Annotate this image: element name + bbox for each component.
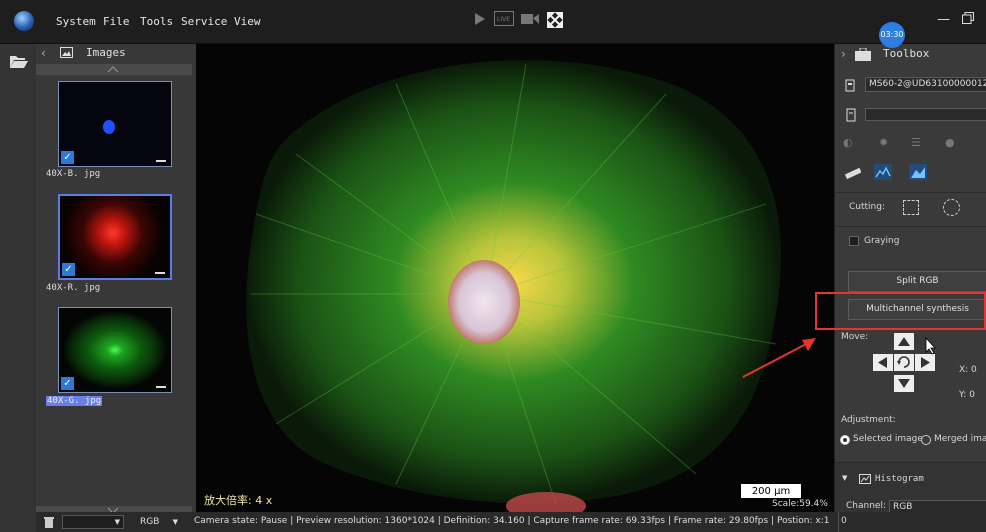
- channel-label: Channel:: [846, 501, 886, 511]
- thumbnail-image: [103, 120, 115, 134]
- checkbox-checked-icon[interactable]: ✓: [62, 263, 75, 276]
- rect-select-icon[interactable]: [903, 200, 919, 215]
- red-arrow-icon: [742, 338, 816, 378]
- move-right-button[interactable]: [915, 354, 935, 371]
- timer-badge: 03:30: [879, 22, 905, 48]
- camera-icon: [845, 79, 855, 92]
- graying-label: Graying: [864, 236, 900, 246]
- move-down-button[interactable]: [894, 375, 914, 392]
- mouse-cursor-icon: [925, 337, 936, 355]
- dropdown-arrow-icon: ▼: [114, 518, 120, 526]
- move-up-button[interactable]: [894, 333, 914, 350]
- title-bar: System File Tools Service View LIVE —: [0, 0, 986, 44]
- divider: [838, 512, 839, 532]
- histogram-icon: [859, 474, 871, 484]
- reset-position-button[interactable]: [894, 354, 914, 371]
- zoom-scale: Scale:59.4%: [772, 499, 828, 509]
- x-coordinate: X: 0: [959, 365, 977, 375]
- expand-icon[interactable]: ▼: [842, 474, 847, 482]
- menu-service[interactable]: Service: [181, 15, 227, 28]
- palette-icon[interactable]: ●: [945, 136, 955, 149]
- thumbnail-red[interactable]: ✓: [58, 194, 172, 280]
- status-bar: ▼ RGB ▼ Camera state: Pause | Preview res…: [36, 512, 986, 532]
- merged-image-radio[interactable]: [921, 435, 931, 445]
- y-coordinate: Y: 0: [959, 390, 975, 400]
- image-icon: [60, 47, 73, 58]
- collapse-left-icon[interactable]: ‹: [41, 46, 46, 60]
- menu-file[interactable]: File: [103, 15, 130, 28]
- divider: [835, 226, 986, 227]
- microscope-image: [246, 60, 782, 512]
- images-panel: ‹ Images ✓ 40X-B. jpg ✓ 40X-R. jpg ✓ 40X…: [36, 44, 196, 532]
- collapse-right-icon[interactable]: ›: [841, 47, 846, 61]
- toolbox-panel: › Toolbox MS60-2@UD63100000012 ◐ ✹ ☰ ● C…: [834, 44, 986, 513]
- dropdown-arrow-icon: ▼: [172, 518, 178, 526]
- video-record-icon[interactable]: [521, 12, 539, 25]
- ellipse-select-icon[interactable]: [943, 199, 960, 216]
- histogram-start-value: 0: [841, 516, 847, 526]
- thumb-scalebar: [155, 272, 165, 274]
- checkbox-checked-icon[interactable]: ✓: [61, 377, 74, 390]
- ruler-icon[interactable]: [845, 166, 861, 180]
- images-panel-title: Images: [86, 46, 126, 59]
- status-text: Camera state: Pause | Preview resolution…: [194, 516, 830, 526]
- minimize-icon[interactable]: —: [937, 12, 950, 27]
- trash-icon[interactable]: [44, 516, 54, 528]
- menu-system[interactable]: System: [56, 15, 96, 28]
- thumbnail-blue[interactable]: ✓: [58, 81, 172, 167]
- svg-text:LIVE: LIVE: [497, 16, 510, 23]
- brightness-icon[interactable]: ✹: [879, 136, 888, 149]
- merged-image-label: Merged imag: [934, 434, 986, 444]
- thumbnail-label: 40X-R. jpg: [46, 283, 101, 293]
- list-settings-icon[interactable]: ☰: [911, 136, 921, 149]
- fullscreen-icon[interactable]: [547, 12, 563, 28]
- play-icon[interactable]: [475, 13, 485, 25]
- image-viewer[interactable]: 放大倍率: 4 x 200 μm Scale:59.4%: [196, 44, 834, 512]
- highlight-box: [815, 292, 986, 330]
- color-mode-select[interactable]: RGB ▼: [136, 515, 182, 529]
- menu-view[interactable]: View: [234, 15, 261, 28]
- restore-icon[interactable]: [962, 12, 974, 24]
- menu-tools[interactable]: Tools: [140, 15, 173, 28]
- histogram-section: ▼ Histogram Channel: RGB: [835, 462, 986, 513]
- toolbox-header: › Toolbox: [835, 44, 986, 66]
- toolbox-icon: [855, 48, 871, 61]
- adjustment-label: Adjustment:: [841, 415, 896, 425]
- thumb-scalebar: [156, 160, 166, 162]
- device-icon: [846, 108, 856, 122]
- color-mode-value: RGB: [140, 517, 160, 527]
- left-toolstrip: [0, 44, 36, 532]
- selected-image-radio[interactable]: [840, 435, 850, 445]
- cutting-label: Cutting:: [849, 202, 885, 212]
- thumbnail-label: 40X-B. jpg: [46, 169, 101, 179]
- camera-select[interactable]: MS60-2@UD63100000012: [865, 77, 986, 92]
- images-panel-header: ‹ Images: [36, 44, 196, 64]
- thumbnail-label-selected: 40X-G. jpg: [46, 396, 103, 406]
- device-field[interactable]: [865, 108, 986, 121]
- checkbox-checked-icon[interactable]: ✓: [61, 151, 74, 164]
- folder-open-icon[interactable]: [10, 54, 28, 68]
- split-rgb-button[interactable]: Split RGB: [848, 271, 986, 292]
- scroll-up-button[interactable]: [36, 64, 192, 75]
- move-left-button[interactable]: [873, 354, 893, 371]
- thumbnail-green[interactable]: ✓: [58, 307, 172, 393]
- toolbox-title: Toolbox: [883, 47, 930, 60]
- curve-tool-icon[interactable]: [909, 164, 927, 180]
- image-select[interactable]: ▼: [62, 515, 124, 529]
- chevron-up-icon: [108, 66, 118, 72]
- histogram-tool-icon[interactable]: [874, 164, 892, 180]
- move-label: Move:: [841, 332, 869, 342]
- selected-image-label: Selected image: [853, 434, 923, 444]
- live-icon[interactable]: LIVE: [494, 11, 514, 26]
- histogram-label: Histogram: [875, 474, 924, 484]
- contrast-icon[interactable]: ◐: [843, 136, 853, 149]
- scale-bar: 200 μm: [740, 483, 802, 499]
- graying-checkbox[interactable]: [849, 236, 859, 246]
- divider: [835, 192, 986, 193]
- thumb-scalebar: [156, 386, 166, 388]
- app-logo: [14, 11, 34, 31]
- magnification-text: 放大倍率: 4 x: [204, 494, 273, 507]
